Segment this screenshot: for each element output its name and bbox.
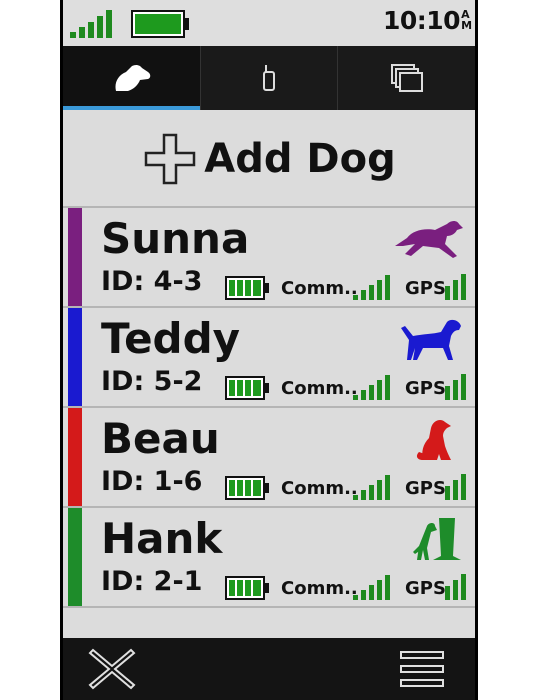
comm-label: Comm.. [281, 278, 358, 299]
dog-row-hank[interactable]: Hank ID: 2-1 Comm.. GPS [63, 508, 475, 608]
tab-handheld[interactable] [199, 46, 338, 110]
dog-battery-icon [225, 276, 269, 300]
dog-sitting-icon [416, 420, 451, 460]
plus-icon [145, 133, 196, 185]
tab-bar [63, 46, 475, 110]
comm-signal-icon [353, 375, 390, 400]
dog-list: Sunna ID: 4-3 Comm.. GPS Teddy ID: 5-2 C… [63, 208, 475, 608]
cell-signal-icon [70, 10, 112, 38]
dog-row-sunna[interactable]: Sunna ID: 4-3 Comm.. GPS [63, 208, 475, 308]
pages-icon [390, 64, 423, 92]
status-bar: 10:10AM [63, 0, 475, 46]
tab-dogs[interactable] [63, 46, 200, 110]
dog-row-teddy[interactable]: Teddy ID: 5-2 Comm.. GPS [63, 308, 475, 408]
gps-signal-icon [445, 374, 466, 400]
dog-row-beau[interactable]: Beau ID: 1-6 Comm.. GPS [63, 408, 475, 508]
comm-signal-icon [353, 475, 390, 500]
device-frame: 10:10AM Add Dog Sunna ID: 4-3 Comm.. GPS… [60, 0, 478, 700]
add-dog-label: Add Dog [204, 136, 396, 182]
dog-running-icon [395, 221, 463, 258]
gps-label: GPS [405, 578, 446, 599]
gps-label: GPS [405, 478, 446, 499]
dog-id: ID: 2-1 [101, 566, 203, 597]
gps-label: GPS [405, 278, 446, 299]
dog-id: ID: 5-2 [101, 366, 203, 397]
tab-pages[interactable] [337, 46, 475, 110]
bottom-bar [63, 638, 475, 700]
dog-color-bar [68, 208, 82, 306]
clock-ampm: AM [461, 8, 472, 32]
dog-id: ID: 1-6 [101, 466, 203, 497]
dog-icon [115, 64, 151, 91]
screen: 10:10AM Add Dog Sunna ID: 4-3 Comm.. GPS… [63, 0, 475, 700]
gps-signal-icon [445, 574, 466, 600]
comm-label: Comm.. [281, 578, 358, 599]
dog-color-bar [68, 308, 82, 406]
clock: 10:10AM [383, 6, 472, 35]
gps-label: GPS [405, 378, 446, 399]
comm-signal-icon [353, 575, 390, 600]
comm-signal-icon [353, 275, 390, 300]
gps-signal-icon [445, 474, 466, 500]
clock-time: 10:10 [383, 6, 461, 35]
dog-battery-icon [225, 376, 269, 400]
close-icon[interactable] [87, 646, 137, 692]
dog-battery-icon [225, 576, 269, 600]
dog-battery-icon [225, 476, 269, 500]
dog-color-bar [68, 408, 82, 506]
dog-name: Teddy [101, 314, 241, 363]
dog-name: Beau [101, 414, 220, 463]
handheld-device-icon [263, 65, 275, 91]
dog-id: ID: 4-3 [101, 266, 203, 297]
dog-pointing-icon [401, 319, 461, 360]
battery-full-icon [131, 10, 189, 38]
comm-label: Comm.. [281, 478, 358, 499]
dog-color-bar [68, 508, 82, 606]
dog-treed-icon [413, 518, 461, 560]
add-dog-button[interactable]: Add Dog [63, 112, 475, 208]
gps-signal-icon [445, 274, 466, 300]
menu-icon[interactable] [397, 646, 447, 692]
dog-name: Hank [101, 514, 223, 563]
dog-name: Sunna [101, 214, 250, 263]
comm-label: Comm.. [281, 378, 358, 399]
